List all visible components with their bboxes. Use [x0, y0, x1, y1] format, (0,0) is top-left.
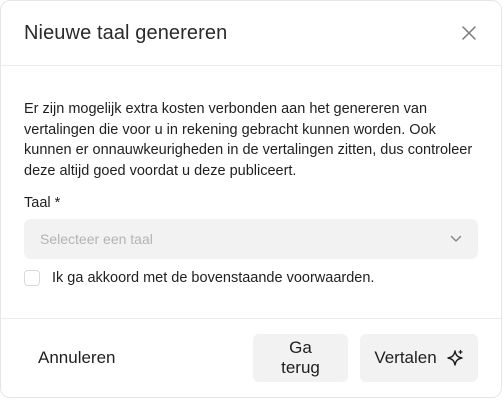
language-select[interactable]: Selecteer een taal — [24, 219, 478, 259]
sparkle-icon — [446, 349, 464, 367]
cancel-button[interactable]: Annuleren — [16, 334, 138, 382]
dialog-title: Nieuwe taal genereren — [24, 21, 228, 44]
language-label: Taal * — [24, 195, 61, 211]
agreement-row: Ik ga akkoord met de bovenstaande voorwa… — [24, 270, 478, 286]
translate-button-label: Vertalen — [374, 348, 437, 367]
language-select-placeholder: Selecteer een taal — [40, 231, 153, 247]
dialog-header: Nieuwe taal genereren — [1, 1, 501, 66]
dialog-body: Er zijn mogelijk extra kosten verbonden … — [1, 66, 501, 286]
back-button[interactable]: Ga terug — [253, 334, 348, 382]
chevron-down-icon — [450, 235, 462, 242]
dialog-footer: Annuleren Ga terug Vertalen — [1, 318, 501, 397]
description-text: Er zijn mogelijk extra kosten verbonden … — [24, 101, 473, 179]
agreement-label[interactable]: Ik ga akkoord met de bovenstaande voorwa… — [52, 270, 374, 286]
generate-language-dialog: Nieuwe taal genereren Er zijn mogelijk e… — [0, 0, 502, 398]
agreement-checkbox[interactable] — [24, 270, 40, 286]
close-button[interactable] — [459, 23, 479, 43]
translate-button[interactable]: Vertalen — [360, 334, 478, 382]
close-icon — [462, 26, 476, 40]
